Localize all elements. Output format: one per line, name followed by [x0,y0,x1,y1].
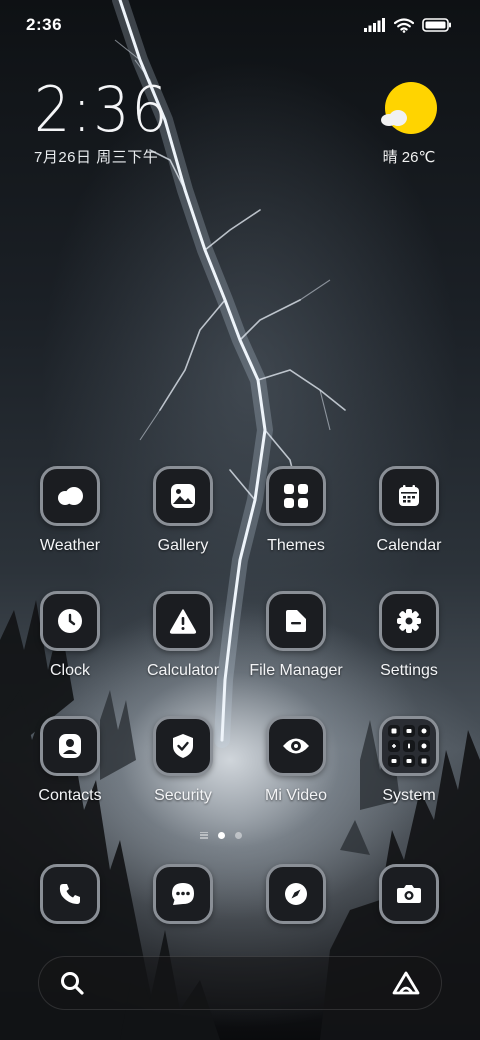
page-list-icon [200,831,208,839]
app-label: Settings [380,662,438,679]
app-system-folder[interactable]: System [353,716,465,805]
compass-icon [266,864,326,924]
app-calculator[interactable]: Calculator [127,591,239,680]
search-icon[interactable] [59,970,85,996]
calendar-icon [379,466,439,526]
widget-date: 7月26日 周三下午 [34,149,159,166]
page-indicator[interactable] [200,828,250,842]
app-label: Calendar [376,537,442,554]
signal-icon [364,18,385,32]
wifi-icon [394,17,414,33]
app-label: Mi Video [265,787,327,804]
app-label: Clock [49,662,90,679]
app-label: Themes [267,537,325,554]
image-icon [153,466,213,526]
status-icons [364,17,452,33]
page-dot-active [218,831,225,839]
app-calendar[interactable]: Calendar [353,466,465,555]
assistant-icon[interactable] [391,970,421,996]
search-bar[interactable] [38,956,442,1010]
gear-icon [379,591,439,651]
battery-icon [422,18,451,32]
app-clock[interactable]: Clock [14,591,126,680]
page-dot [235,831,242,839]
app-label: Calculator [146,662,220,679]
chat-icon [153,864,213,924]
app-label: Security [154,787,212,804]
camera-icon [379,864,439,924]
app-settings[interactable]: Settings [353,591,465,680]
app-label: Contacts [38,787,102,804]
app-label: File Manager [249,662,343,679]
widget-time: 2:36 [34,73,170,146]
dock-messages[interactable] [127,864,239,924]
app-weather[interactable]: Weather [14,466,126,555]
app-label: Gallery [157,537,209,554]
grid-icon [266,466,326,526]
app-label: Weather [39,537,101,554]
folder-icon [266,591,326,651]
folder-grid-icon [379,716,439,776]
clock-icon [40,591,100,651]
app-file-manager[interactable]: File Manager [240,591,352,680]
app-security[interactable]: Security [127,716,239,805]
warning-icon [153,591,213,651]
dock-phone[interactable] [14,864,126,924]
weather-widget[interactable]: 晴 26℃ [374,82,444,167]
app-label: System [382,787,436,804]
app-gallery[interactable]: Gallery [127,466,239,555]
dock-camera[interactable] [353,864,465,924]
app-mi-video[interactable]: Mi Video [240,716,352,805]
person-icon [40,716,100,776]
status-bar: 2:36 [0,0,480,50]
app-themes[interactable]: Themes [240,466,352,555]
app-contacts[interactable]: Contacts [14,716,126,805]
status-time: 2:36 [26,15,63,34]
shield-check-icon [153,716,213,776]
dock-browser[interactable] [240,864,352,924]
phone-icon [40,864,100,924]
eye-icon [266,716,326,776]
weather-summary: 晴 26℃ [382,149,436,166]
clock-widget[interactable]: 2:36 7月26日 周三下午 [34,78,181,167]
cloud-icon [40,466,100,526]
sunny-partly-cloudy-icon [381,82,437,138]
